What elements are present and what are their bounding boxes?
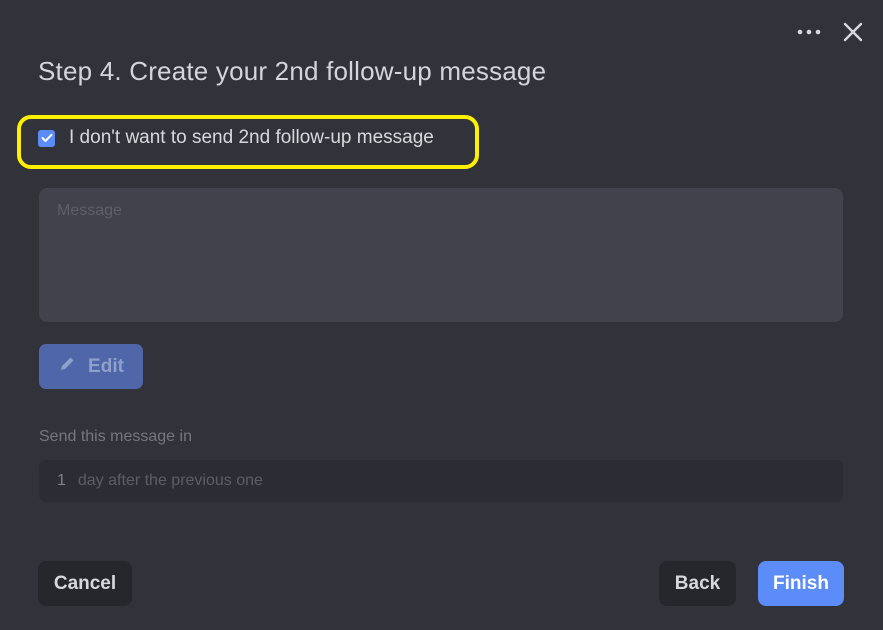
skip-followup-label: I don't want to send 2nd follow-up messa…	[69, 127, 434, 148]
cancel-button[interactable]: Cancel	[38, 561, 132, 606]
back-button[interactable]: Back	[659, 561, 736, 606]
dialog-title: Step 4. Create your 2nd follow-up messag…	[38, 56, 547, 86]
more-horizontal-icon[interactable]	[797, 28, 821, 36]
send-delay-label: Send this message in	[39, 428, 192, 445]
message-textarea[interactable]: Message	[39, 188, 843, 322]
finish-button[interactable]: Finish	[758, 561, 844, 606]
follow-up-dialog: Step 4. Create your 2nd follow-up messag…	[0, 0, 883, 630]
close-icon[interactable]	[843, 22, 863, 42]
skip-followup-checkbox[interactable]	[38, 129, 55, 147]
send-delay-suffix: day after the previous one	[77, 472, 263, 489]
send-delay-field[interactable]: 1 day after the previous one	[39, 460, 843, 502]
edit-button[interactable]: Edit	[39, 344, 143, 389]
send-delay-value: 1	[57, 472, 66, 489]
checkmark-icon	[41, 133, 52, 142]
message-placeholder: Message	[57, 202, 122, 219]
pencil-icon	[58, 355, 76, 379]
dialog-topbar-actions	[797, 22, 863, 42]
edit-button-label: Edit	[88, 355, 124, 377]
skip-followup-option[interactable]: I don't want to send 2nd follow-up messa…	[38, 127, 434, 149]
